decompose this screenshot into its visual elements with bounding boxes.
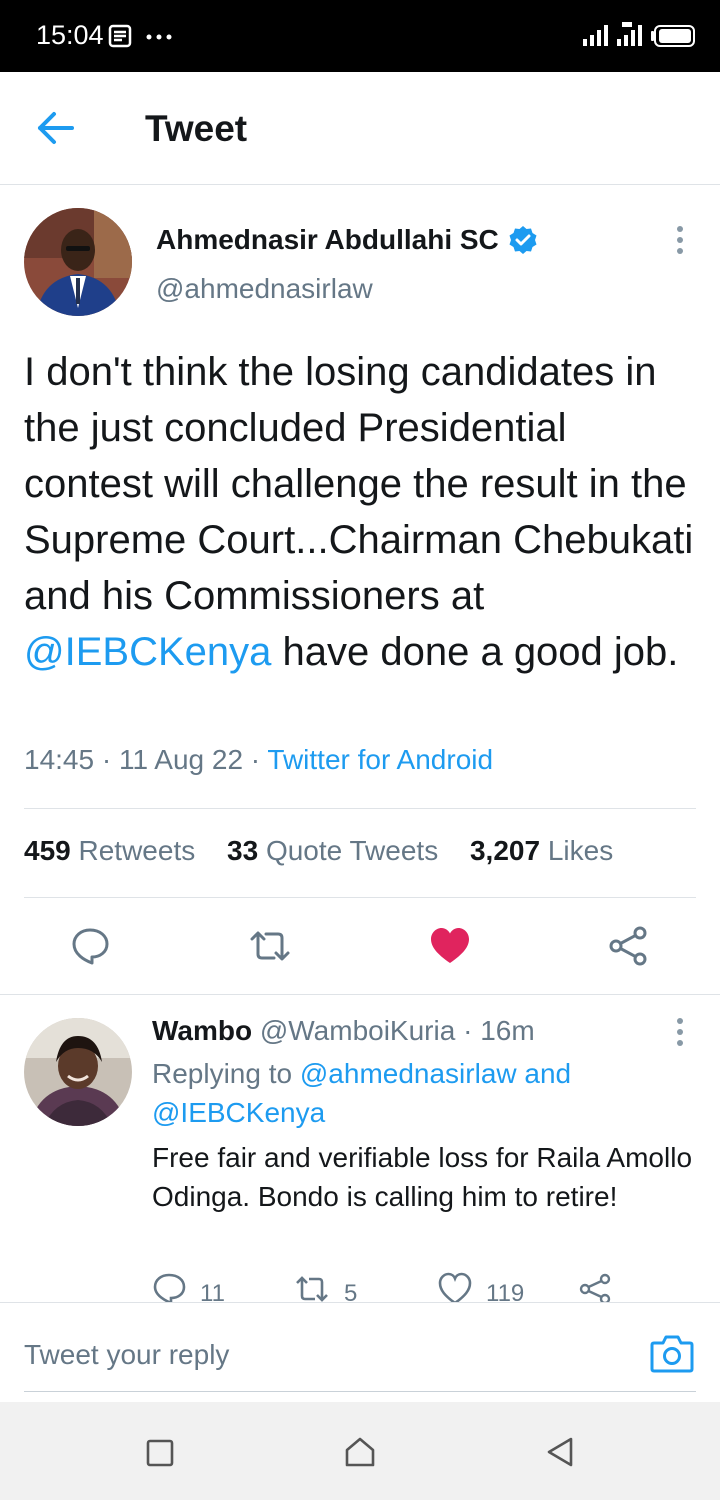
app-header: Tweet: [0, 72, 720, 185]
reply-action-bar: 11 5 119: [152, 1272, 622, 1302]
verified-badge-icon: [509, 226, 537, 254]
back-arrow-icon: [38, 112, 74, 144]
share-button[interactable]: [598, 910, 658, 982]
tweet-date: 11 Aug 22: [118, 744, 244, 775]
divider: [24, 808, 696, 809]
tweet-time: 14:45: [24, 744, 95, 775]
reply-like-button[interactable]: 119: [438, 1272, 524, 1302]
replying-to: Replying to @ahmednasirlaw and @IEBCKeny…: [152, 1054, 692, 1132]
retweet-icon: [296, 1276, 328, 1302]
back-button[interactable]: [30, 102, 82, 154]
retweet-button[interactable]: [240, 910, 300, 982]
tweet-text-part1: I don't think the losing candidates in t…: [24, 350, 694, 618]
reply-more-options-icon[interactable]: [670, 1017, 690, 1047]
likes-count: 3,207: [469, 835, 541, 866]
reply-icon: [153, 1273, 186, 1302]
heart-filled-icon: [431, 928, 469, 963]
likes-label: Likes: [547, 835, 614, 866]
reply-retweet-button[interactable]: 5: [294, 1272, 357, 1302]
battery-icon: [651, 25, 695, 47]
signal-icon: [583, 25, 608, 46]
reply-time-ago: 16m: [480, 1015, 535, 1046]
meta-separator: ·: [101, 744, 112, 775]
reply-reply-button[interactable]: 11: [152, 1272, 225, 1302]
reply-button[interactable]: [60, 910, 120, 982]
reply-header: Wambo @WamboiKuria · 16m: [152, 1015, 535, 1047]
replying-and: and: [524, 1058, 572, 1089]
meta-separator: ·: [250, 744, 261, 775]
share-icon: [609, 926, 647, 966]
page-title: Tweet: [145, 108, 248, 149]
replying-to-handle2[interactable]: @IEBCKenya: [152, 1097, 325, 1128]
retweets-count: 459: [24, 835, 71, 866]
tweet-source-link[interactable]: Twitter for Android: [267, 744, 493, 775]
reply-icon: [72, 928, 109, 965]
reply-body: Free fair and verifiable loss for Raila …: [152, 1142, 693, 1212]
reply-author-name[interactable]: Wambo: [152, 1015, 252, 1046]
retweet-icon: [250, 931, 290, 961]
author-handle[interactable]: @ahmednasirlaw: [156, 273, 373, 305]
recent-apps-icon[interactable]: [145, 1438, 175, 1468]
reply-composer: Tweet your reply: [0, 1302, 720, 1403]
back-nav-icon[interactable]: [545, 1436, 575, 1468]
signal-hd-icon: [617, 22, 642, 46]
divider: [24, 897, 696, 898]
author-name[interactable]: Ahmednasir Abdullahi SC: [156, 224, 499, 256]
status-time: 15:04: [36, 20, 104, 50]
tweet-meta: 14:45 · 11 Aug 22 · Twitter for Android: [24, 744, 493, 776]
retweets-stat[interactable]: 459 Retweets: [24, 835, 195, 866]
notification-icon: [108, 24, 132, 48]
replying-to-handle[interactable]: @ahmednasirlaw: [300, 1058, 517, 1089]
share-icon: [579, 1273, 611, 1302]
tweet-body: I don't think the losing candidates in t…: [24, 344, 704, 680]
retweets-label: Retweets: [78, 835, 196, 866]
tweet-stats: 459 Retweets 33 Quote Tweets 3,207 Likes: [24, 835, 637, 867]
reply-share-button[interactable]: [578, 1272, 612, 1302]
section-divider: [0, 994, 720, 995]
reply-like-count: 119: [486, 1280, 525, 1302]
status-bar: 15:04: [0, 0, 720, 72]
quotes-count: 33: [227, 835, 259, 866]
replying-to-label: Replying to: [152, 1058, 293, 1089]
quote-tweets-stat[interactable]: 33 Quote Tweets: [227, 835, 438, 866]
reply-author-handle[interactable]: @WamboiKuria: [260, 1015, 455, 1046]
author-avatar-image: [24, 208, 132, 316]
reply-retweet-count: 5: [344, 1280, 358, 1302]
likes-stat[interactable]: 3,207 Likes: [470, 835, 613, 866]
reply-input[interactable]: Tweet your reply: [24, 1339, 229, 1371]
heart-outline-icon: [438, 1272, 472, 1302]
more-options-icon[interactable]: [670, 224, 690, 256]
camera-icon[interactable]: [650, 1333, 694, 1373]
like-button[interactable]: [420, 910, 480, 982]
more-notifications-icon: [146, 34, 172, 40]
reply-avatar-image: [24, 1018, 132, 1126]
reply-input-underline: [24, 1391, 696, 1392]
reply-author-avatar[interactable]: [24, 1018, 132, 1126]
author-avatar[interactable]: [24, 208, 132, 316]
tweet-action-bar: [0, 910, 720, 982]
tweet-mention-link[interactable]: @IEBCKenya: [24, 630, 271, 674]
tweet-text-part2: have done a good job.: [271, 630, 679, 674]
quotes-label: Quote Tweets: [265, 835, 439, 866]
home-icon[interactable]: [343, 1436, 377, 1468]
reply-reply-count: 11: [200, 1280, 225, 1302]
reply-separator: ·: [463, 1015, 473, 1046]
system-nav-bar: [0, 1402, 720, 1500]
